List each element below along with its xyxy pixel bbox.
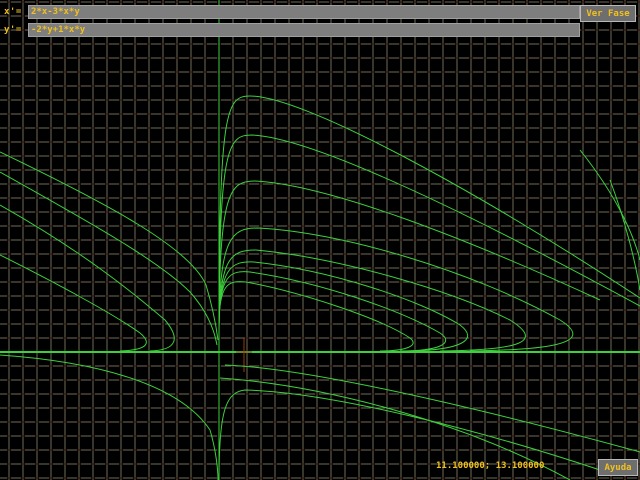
x-equation-row: x'= (0, 5, 580, 19)
trajectory-left-1 (0, 151, 219, 341)
y-equation-label: y'= (4, 25, 22, 35)
cursor-coordinates: 11.100000; 13.100000 (436, 461, 545, 471)
view-phase-button[interactable]: Ver Fase (580, 5, 636, 22)
y-equation-input[interactable] (28, 23, 580, 37)
trajectory-left-4 (0, 254, 147, 352)
y-equation-row: y'= (0, 23, 580, 37)
phase-plane-app: x'= y'= Ver Fase Ayuda 11.100000; 13.100… (0, 0, 640, 480)
grid (0, 0, 640, 480)
trajectory-lower-left (0, 354, 219, 480)
trajectory-arch-5 (218, 249, 526, 352)
trajectory-left-3 (0, 204, 175, 352)
trajectory-arch-3 (218, 180, 601, 337)
grid-horizontal-lines (0, 1, 640, 479)
phase-plot[interactable] (0, 0, 640, 480)
x-equation-label: x'= (4, 7, 22, 17)
trajectory-arch-4 (218, 227, 574, 352)
trajectory-right-ray-2 (579, 149, 640, 261)
x-equation-input[interactable] (28, 5, 580, 19)
help-button[interactable]: Ayuda (598, 459, 638, 476)
